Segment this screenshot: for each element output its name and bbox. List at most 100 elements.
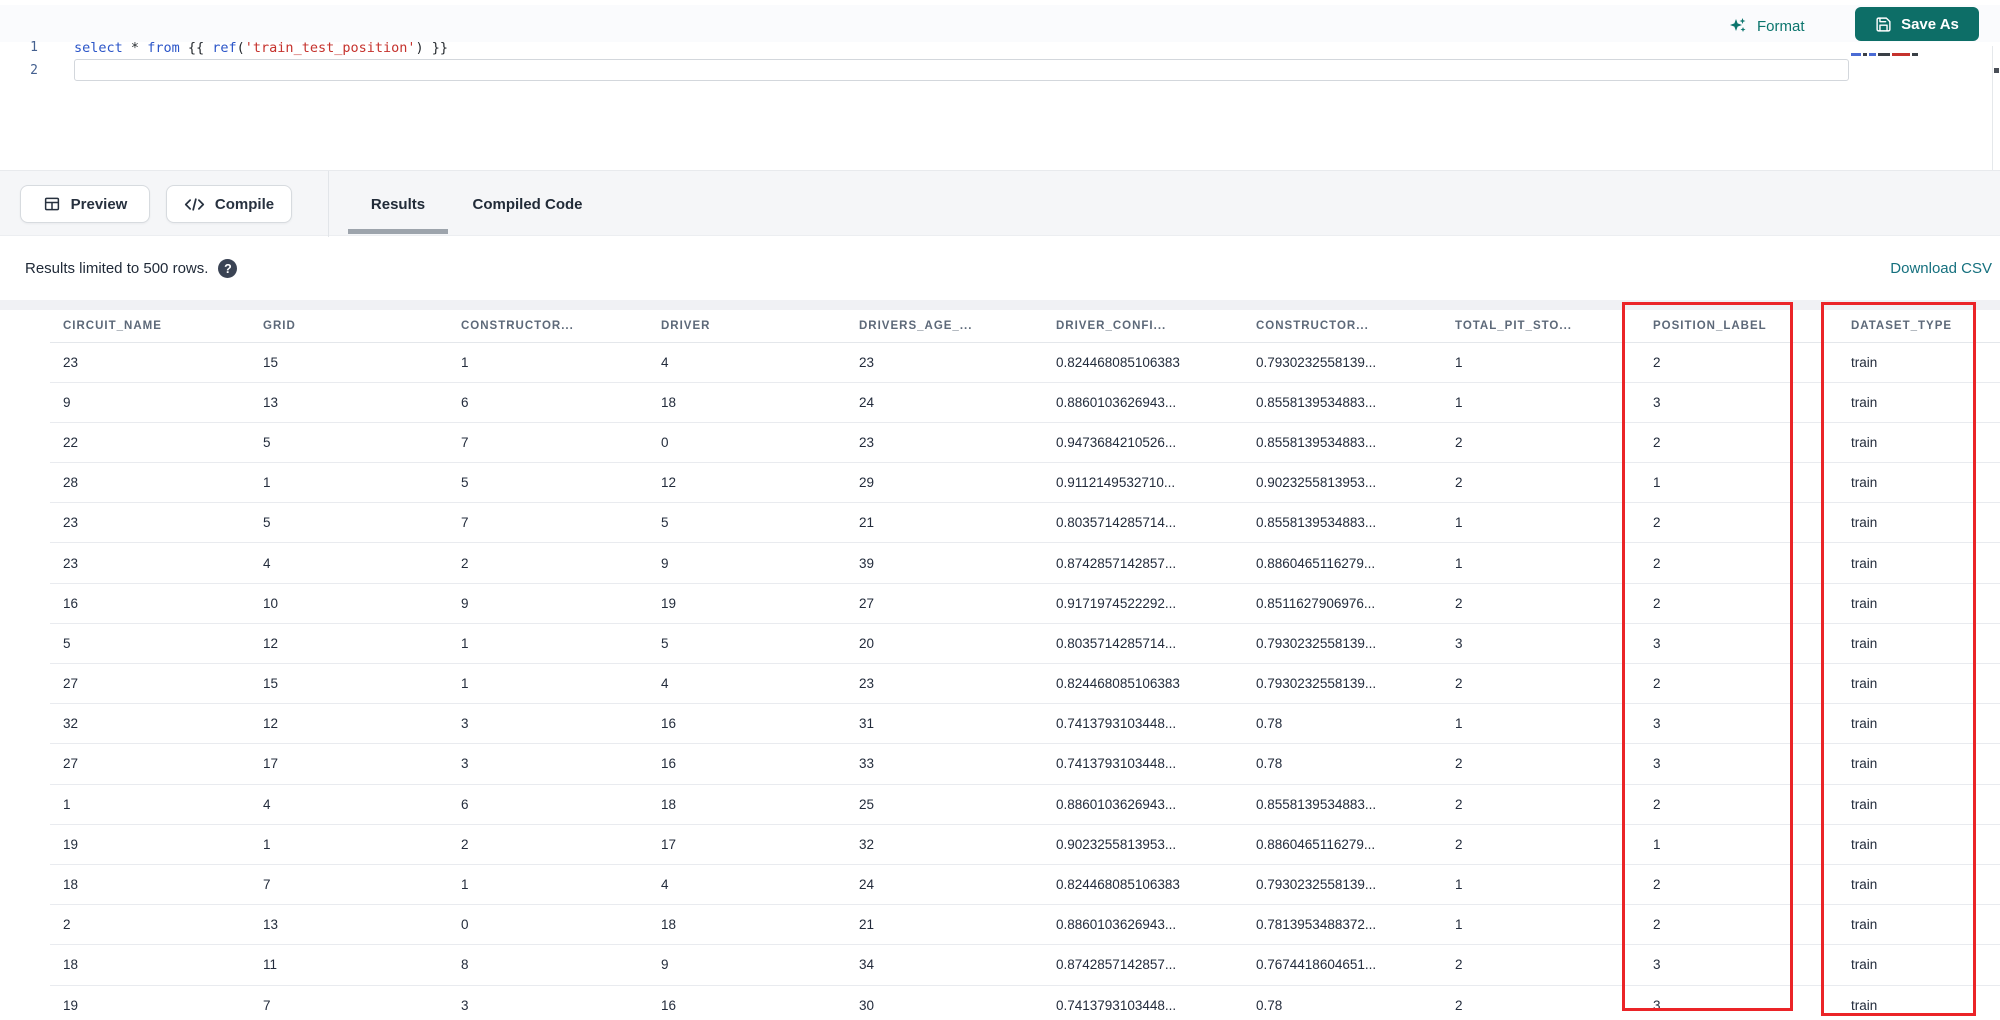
column-header-circuit-name[interactable]: CIRCUIT_NAME: [50, 310, 250, 343]
table-cell: 1: [1442, 382, 1640, 423]
column-header-constructor[interactable]: CONSTRUCTOR...: [1243, 310, 1442, 343]
column-header-grid[interactable]: GRID: [250, 310, 448, 343]
table-row: 32 12 3 16 31 0.7413793103448... 0.78 1 3 train: [50, 703, 2000, 745]
table-row: 18 11 8 9 34 0.8742857142857... 0.767441860465…: [50, 944, 2000, 986]
table-cell: 3: [1442, 623, 1640, 665]
table-cell: 16: [50, 583, 250, 624]
table-cell: 0.8035714285714...: [1043, 502, 1243, 544]
table-cell: 19: [648, 583, 846, 624]
table-cell: 2: [1442, 462, 1640, 504]
table-cell: 5: [448, 462, 648, 504]
table-cell: 4: [648, 663, 846, 705]
code-token: }}: [431, 39, 449, 56]
table-top-band: [0, 300, 2000, 310]
table-cell: 1: [1442, 542, 1640, 584]
table-cell: 0.8860103626943...: [1043, 382, 1243, 423]
column-header-driver-confi[interactable]: DRIVER_CONFI...: [1043, 310, 1243, 343]
table-cell: 0.8860103626943...: [1043, 784, 1243, 825]
code-tokens: select * from {{ ref('train_test_positio…: [38, 40, 448, 56]
table-cell: 1: [50, 784, 250, 825]
table-cell: 9: [648, 944, 846, 986]
table-cell: 25: [846, 784, 1043, 825]
results-limit-text: Results limited to 500 rows.: [25, 260, 209, 277]
table-cell: 1: [1442, 342, 1640, 383]
table-cell: 3: [1640, 985, 1838, 1020]
table-cell: 23: [50, 542, 250, 584]
table-cell: 18: [50, 864, 250, 906]
table-row: 19 1 2 17 32 0.9023255813953... 0.886046511627…: [50, 824, 2000, 865]
preview-label: Preview: [70, 195, 128, 213]
editor-scrollbar[interactable]: [1992, 46, 1993, 170]
table-cell: 5: [250, 422, 448, 464]
table-cell: 1: [1442, 904, 1640, 946]
table-cell: 0.7413793103448...: [1043, 703, 1243, 745]
table-cell: 0.9112149532710...: [1043, 462, 1243, 504]
column-header-constructor[interactable]: CONSTRUCTOR...: [448, 310, 648, 343]
table-cell: 0.8860103626943...: [1043, 904, 1243, 946]
table-cell: 23: [846, 422, 1043, 464]
table-cell: 2: [1442, 583, 1640, 624]
tab-compiled-code[interactable]: Compiled Code: [455, 171, 600, 237]
compile-button[interactable]: Compile: [166, 185, 292, 223]
table-cell: train: [1838, 382, 2000, 423]
table-cell: 4: [648, 864, 846, 906]
table-cell: train: [1838, 542, 2000, 584]
code-token: ): [415, 39, 424, 56]
table-row: 9 13 6 18 24 0.8860103626943... 0.855813953488…: [50, 382, 2000, 423]
help-icon[interactable]: ?: [218, 259, 238, 278]
results-table-area: CIRCUIT_NAME GRID CONSTRUCTOR... DRIVER DRIV…: [0, 300, 2000, 1020]
table-cell: 34: [846, 944, 1043, 986]
table-cell: 4: [250, 784, 448, 825]
table-cell: 9: [448, 583, 648, 624]
table-row: 2 13 0 18 21 0.8860103626943... 0.781395348837…: [50, 904, 2000, 946]
table-cell: 9: [648, 542, 846, 584]
table-cell: train: [1838, 462, 2000, 504]
table-cell: 6: [448, 784, 648, 825]
table-cell: 2: [1442, 784, 1640, 825]
table-cell: 13: [250, 904, 448, 946]
column-header-position-label[interactable]: POSITION_LABEL: [1640, 310, 1838, 343]
table-cell: 8: [448, 944, 648, 986]
column-header-driver[interactable]: DRIVER: [648, 310, 846, 343]
table-cell: 0.8511627906976...: [1243, 583, 1442, 624]
table-cell: 32: [50, 703, 250, 745]
column-header-total-pit-sto[interactable]: TOTAL_PIT_STO...: [1442, 310, 1640, 343]
active-line-highlight: [74, 59, 1849, 81]
table-cell: 19: [50, 824, 250, 865]
editor-minimap[interactable]: [1851, 52, 1918, 56]
table-cell: 0.8860465116279...: [1243, 542, 1442, 584]
table-cell: 28: [50, 462, 250, 504]
table-cell: train: [1838, 985, 2000, 1020]
table-cell: 18: [648, 382, 846, 423]
table-cell: 3: [1640, 703, 1838, 745]
table-row: 23 4 2 9 39 0.8742857142857... 0.8860465116279…: [50, 542, 2000, 584]
results-toolbar: Preview Compile Results Compiled Code: [0, 170, 2000, 237]
download-csv-link[interactable]: Download CSV: [1890, 237, 1992, 300]
table-cell: 3: [1640, 944, 1838, 986]
code-line-1[interactable]: 1 select * from {{ ref('train_test_posit…: [0, 36, 1850, 59]
table-cell: 0.8558139534883...: [1243, 422, 1442, 464]
table-cell: 15: [250, 663, 448, 705]
table-cell: 21: [846, 904, 1043, 946]
table-cell: train: [1838, 743, 2000, 785]
toolbar-divider: [328, 171, 329, 237]
table-cell: 4: [648, 342, 846, 383]
table-cell: 0.8558139534883...: [1243, 382, 1442, 423]
scrollbar-thumb[interactable]: [1994, 68, 1999, 73]
table-cell: 30: [846, 985, 1043, 1020]
table-cell: 18: [50, 944, 250, 986]
column-header-drivers-age[interactable]: DRIVERS_AGE_...: [846, 310, 1043, 343]
preview-button[interactable]: Preview: [20, 185, 150, 223]
save-as-button[interactable]: Save As: [1855, 7, 1979, 41]
tab-results[interactable]: Results: [348, 171, 448, 237]
table-cell: train: [1838, 904, 2000, 946]
table-cell: 16: [648, 703, 846, 745]
table-cell: 0.8742857142857...: [1043, 944, 1243, 986]
table-cell: 16: [648, 985, 846, 1020]
table-cell: 2: [1442, 663, 1640, 705]
table-cell: 0: [648, 422, 846, 464]
table-cell: 2: [1640, 784, 1838, 825]
column-header-dataset-type[interactable]: DATASET_TYPE: [1838, 310, 2000, 343]
